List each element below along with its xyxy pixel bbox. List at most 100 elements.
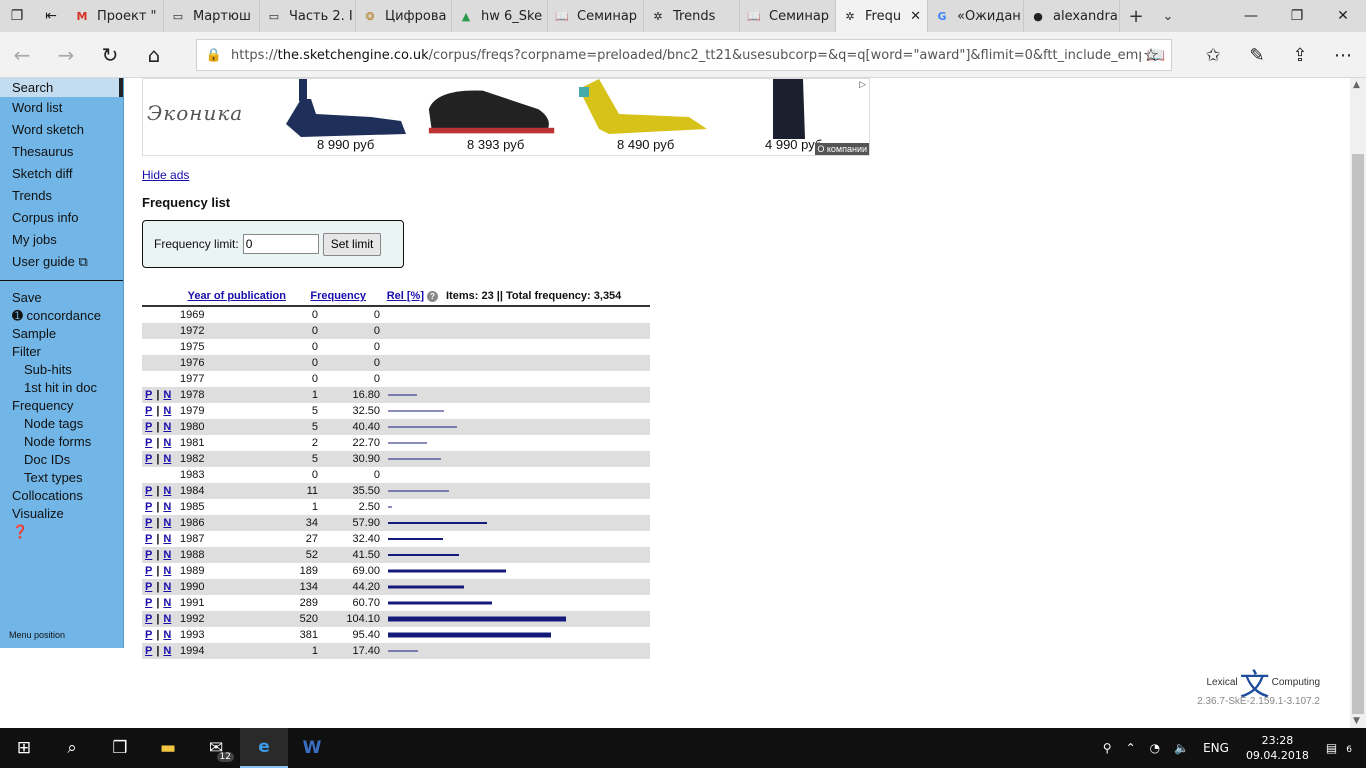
- ad-close-icon[interactable]: ▷: [859, 79, 866, 90]
- negative-filter-link[interactable]: N: [163, 533, 171, 545]
- sidebar-item-user-guide[interactable]: User guide ⧉: [0, 251, 123, 273]
- negative-filter-link[interactable]: N: [163, 629, 171, 641]
- positive-filter-link[interactable]: P: [145, 517, 152, 529]
- sidebar-item-thesaurus[interactable]: Thesaurus: [0, 141, 123, 163]
- sidebar-item-sketch-diff[interactable]: Sketch diff: [0, 163, 123, 185]
- sidebar-item-first-hit[interactable]: 1st hit in doc: [0, 379, 123, 397]
- negative-filter-link[interactable]: N: [163, 421, 171, 433]
- clock[interactable]: 23:28 09.04.2018: [1236, 733, 1319, 763]
- negative-filter-link[interactable]: N: [163, 437, 171, 449]
- negative-filter-link[interactable]: N: [163, 597, 171, 609]
- sidebar-item-corpus-info[interactable]: Corpus info: [0, 207, 123, 229]
- forward-icon[interactable]: →: [50, 40, 82, 70]
- negative-filter-link[interactable]: N: [163, 389, 171, 401]
- sort-rel-link[interactable]: Rel [%]: [387, 290, 424, 302]
- search-icon[interactable]: ⌕: [48, 728, 96, 768]
- tab-6[interactable]: ✲ Trends: [644, 0, 740, 32]
- tab-3[interactable]: ❂ Цифрова: [356, 0, 452, 32]
- positive-filter-link[interactable]: P: [145, 405, 152, 417]
- tab-10[interactable]: ● alexandra: [1024, 0, 1120, 32]
- restore-icon[interactable]: ❐: [1274, 0, 1320, 32]
- favorites-hub-icon[interactable]: ✩: [1196, 40, 1230, 70]
- tab-actions-icon[interactable]: ❐: [0, 0, 34, 32]
- hide-ads-link[interactable]: Hide ads: [142, 168, 189, 182]
- input-language[interactable]: ENG: [1196, 741, 1236, 755]
- sort-frequency-link[interactable]: Frequency: [310, 290, 366, 302]
- page-scrollbar[interactable]: ▲ ▼: [1350, 78, 1366, 728]
- ad-about-badge[interactable]: О компании: [815, 143, 869, 155]
- tab-7[interactable]: 📖 Семинар: [740, 0, 836, 32]
- tab-8[interactable]: ✲ Frequ ✕: [836, 0, 928, 32]
- start-icon[interactable]: ⊞: [0, 728, 48, 768]
- sidebar-item-word-list[interactable]: Word list: [0, 97, 123, 119]
- sidebar-item-concordance[interactable]: ➊ concordance: [0, 307, 123, 325]
- positive-filter-link[interactable]: P: [145, 629, 152, 641]
- close-window-icon[interactable]: ✕: [1320, 0, 1366, 32]
- sidebar-item-filter[interactable]: Filter: [0, 343, 123, 361]
- notifications-icon[interactable]: ▤ 6: [1319, 741, 1366, 755]
- negative-filter-link[interactable]: N: [163, 501, 171, 513]
- sidebar-item-node-tags[interactable]: Node tags: [0, 415, 123, 433]
- positive-filter-link[interactable]: P: [145, 453, 152, 465]
- task-view-icon[interactable]: ❒: [96, 728, 144, 768]
- word-icon[interactable]: W: [288, 728, 336, 768]
- positive-filter-link[interactable]: P: [145, 581, 152, 593]
- menu-position-link[interactable]: Menu position: [9, 630, 65, 640]
- negative-filter-link[interactable]: N: [163, 549, 171, 561]
- sidebar-item-sample[interactable]: Sample: [0, 325, 123, 343]
- advertisement-banner[interactable]: Эконика 8 990 руб 8 393 руб 8 490 руб 4 …: [142, 78, 870, 156]
- minimize-icon[interactable]: —: [1228, 0, 1274, 32]
- refresh-icon[interactable]: ↻: [94, 40, 126, 70]
- positive-filter-link[interactable]: P: [145, 645, 152, 657]
- sidebar-item-text-types[interactable]: Text types: [0, 469, 123, 487]
- sidebar-item-collocations[interactable]: Collocations: [0, 487, 123, 505]
- positive-filter-link[interactable]: P: [145, 533, 152, 545]
- tab-1[interactable]: ▭ Мартюш: [164, 0, 260, 32]
- help-icon[interactable]: ❓: [0, 523, 123, 541]
- file-explorer-icon[interactable]: ▬: [144, 728, 192, 768]
- negative-filter-link[interactable]: N: [163, 405, 171, 417]
- share-icon[interactable]: ⇪: [1283, 40, 1317, 70]
- edge-icon[interactable]: e: [240, 728, 288, 768]
- negative-filter-link[interactable]: N: [163, 613, 171, 625]
- tab-2[interactable]: ▭ Часть 2. I: [260, 0, 356, 32]
- close-tab-icon[interactable]: ✕: [910, 9, 921, 24]
- sidebar-item-subhits[interactable]: Sub-hits: [0, 361, 123, 379]
- tab-preview-chevron-icon[interactable]: ⌄: [1152, 0, 1184, 32]
- negative-filter-link[interactable]: N: [163, 517, 171, 529]
- sidebar-item-visualize[interactable]: Visualize: [0, 505, 123, 523]
- negative-filter-link[interactable]: N: [163, 565, 171, 577]
- web-note-icon[interactable]: ✎: [1240, 40, 1274, 70]
- negative-filter-link[interactable]: N: [163, 453, 171, 465]
- tab-9[interactable]: G «Ожидан: [928, 0, 1024, 32]
- negative-filter-link[interactable]: N: [163, 485, 171, 497]
- scroll-up-icon[interactable]: ▲: [1353, 80, 1360, 90]
- new-tab-icon[interactable]: +: [1120, 0, 1152, 32]
- positive-filter-link[interactable]: P: [145, 421, 152, 433]
- rel-help-icon[interactable]: ?: [427, 290, 438, 302]
- tab-0[interactable]: M Проект ": [68, 0, 164, 32]
- wifi-icon[interactable]: ◔: [1143, 741, 1167, 755]
- back-icon[interactable]: ←: [6, 40, 38, 70]
- frequency-limit-input[interactable]: [242, 234, 319, 254]
- positive-filter-link[interactable]: P: [145, 437, 152, 449]
- set-limit-button[interactable]: Set limit: [322, 232, 382, 256]
- volume-icon[interactable]: 🔈: [1167, 741, 1196, 755]
- positive-filter-link[interactable]: P: [145, 501, 152, 513]
- negative-filter-link[interactable]: N: [163, 645, 171, 657]
- sort-year-link[interactable]: Year of publication: [188, 290, 286, 302]
- positive-filter-link[interactable]: P: [145, 549, 152, 561]
- tab-4[interactable]: ▲ hw 6_Ske: [452, 0, 548, 32]
- favorite-star-icon[interactable]: ☆: [1134, 40, 1168, 70]
- url-field[interactable]: 🔒 https://the.sketchengine.co.uk/corpus/…: [196, 39, 1172, 71]
- sidebar-item-search[interactable]: Search: [0, 78, 123, 97]
- more-icon[interactable]: ⋯: [1326, 40, 1360, 70]
- scrollbar-thumb[interactable]: [1352, 154, 1364, 714]
- positive-filter-link[interactable]: P: [145, 597, 152, 609]
- sidebar-item-trends[interactable]: Trends: [0, 185, 123, 207]
- positive-filter-link[interactable]: P: [145, 565, 152, 577]
- positive-filter-link[interactable]: P: [145, 613, 152, 625]
- tab-5[interactable]: 📖 Семинар: [548, 0, 644, 32]
- tray-chevron-icon[interactable]: ⌃: [1119, 741, 1143, 755]
- sidebar-item-frequency[interactable]: Frequency: [0, 397, 123, 415]
